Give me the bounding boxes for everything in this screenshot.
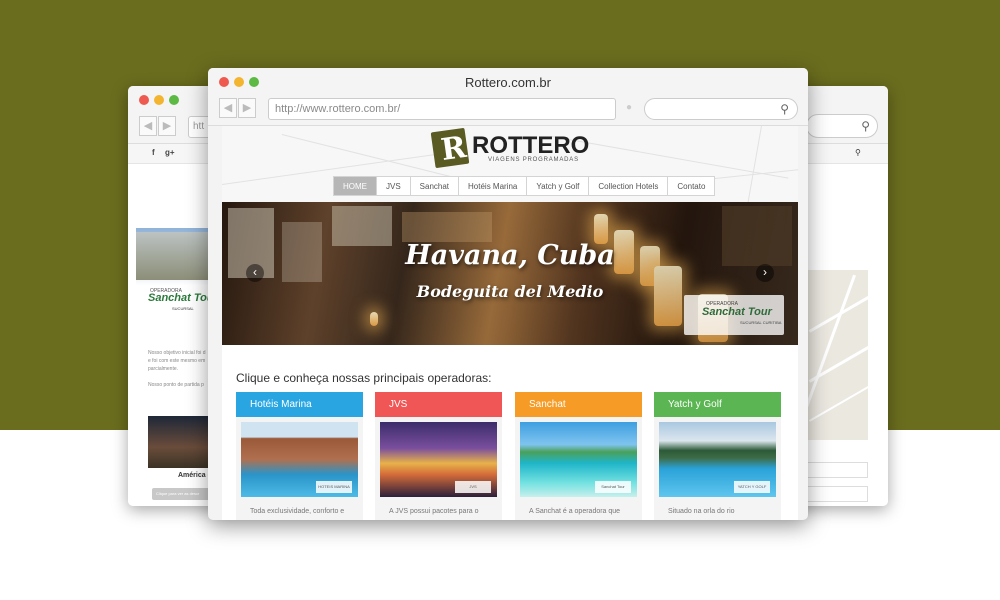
window-title: Rottero.com.br xyxy=(465,75,551,90)
back-minimize-dot[interactable] xyxy=(154,95,164,105)
logo-tagline: VIAGENS PROGRAMADAS xyxy=(488,157,579,163)
web-page: R ROTTERO VIAGENS PROGRAMADAS HOME JVS S… xyxy=(222,126,798,520)
card-image-logo: HOTEIS MARINA xyxy=(316,481,352,493)
back-search-bar[interactable]: ⚲ xyxy=(806,114,878,138)
main-menu: HOME JVS Sanchat Hotéis Marina Yatch y G… xyxy=(333,176,716,196)
slider-next-icon[interactable]: › xyxy=(756,264,774,282)
menu-item-sanchat[interactable]: Sanchat xyxy=(411,177,460,195)
card-description: A JVS possui pacotes para o xyxy=(389,508,479,515)
card-image[interactable]: YATCH Y GOLF xyxy=(659,422,776,497)
back-form-field[interactable] xyxy=(804,486,868,502)
url-bar[interactable]: http://www.rottero.com.br/ xyxy=(268,98,616,120)
card-description: A Sanchat é a operadora que xyxy=(529,508,621,515)
card-image-logo: Sanchat Tour xyxy=(595,481,631,493)
nav-forward-icon[interactable]: ▶ xyxy=(238,98,256,118)
card-image[interactable]: Sanchat Tour xyxy=(520,422,637,497)
back-text-line: Nosso objetivo inicial foi d xyxy=(148,350,206,356)
back-maximize-dot[interactable] xyxy=(169,95,179,105)
back-banner-branch: SUCURSAL xyxy=(172,306,194,311)
operator-card-jvs[interactable]: JVS JVS A JVS possui pacotes para o xyxy=(375,392,502,520)
menu-item-hoteis-marina[interactable]: Hotéis Marina xyxy=(459,177,528,195)
slider-prev-icon[interactable]: ‹ xyxy=(246,264,264,282)
menu-item-collection-hotels[interactable]: Collection Hotels xyxy=(589,177,669,195)
logo-letter: R xyxy=(438,129,469,169)
operator-card-yatch-y-golf[interactable]: Yatch y Golf YATCH Y GOLF Situado na orl… xyxy=(654,392,781,520)
card-description: Situado na orla do rio xyxy=(668,508,735,515)
hero-operator-badge: OPERADORA Sanchat Tour SUCURSAL CURITIBA xyxy=(684,295,784,335)
section-title: Clique e conheça nossas principais opera… xyxy=(236,371,492,385)
badge-name: Sanchat Tour xyxy=(702,306,772,318)
back-close-dot[interactable] xyxy=(139,95,149,105)
back-text-line: Nosso ponto de partida p xyxy=(148,382,204,388)
back-search-icon: ⚲ xyxy=(861,119,870,133)
menu-item-contato[interactable]: Contato xyxy=(668,177,714,195)
back-thumbnail[interactable] xyxy=(148,416,210,468)
search-bar[interactable]: ⚲ xyxy=(644,98,798,120)
front-titlebar: Rottero.com.br ◀ ▶ http://www.rottero.co… xyxy=(208,68,808,126)
back-read-more-button[interactable]: Clique para ver as descr xyxy=(152,488,212,500)
back-banner-building xyxy=(136,232,208,280)
back-map[interactable] xyxy=(804,270,868,440)
facebook-icon[interactable]: f xyxy=(152,148,155,157)
nav-back-icon[interactable]: ◀ xyxy=(219,98,237,118)
hero-title: Havana, Cuba xyxy=(405,240,615,271)
logo-name[interactable]: ROTTERO xyxy=(472,132,589,160)
card-header[interactable]: Yatch y Golf xyxy=(654,392,781,417)
logo-mark[interactable]: R xyxy=(430,127,470,169)
card-image[interactable]: JVS xyxy=(380,422,497,497)
back-caption: América d xyxy=(178,472,212,479)
back-text-line: e foi com este mesmo em xyxy=(148,358,206,364)
back-banner-brand: Sanchat Tour xyxy=(148,292,208,304)
card-header[interactable]: JVS xyxy=(375,392,502,417)
back-nav-forward-icon[interactable]: ▶ xyxy=(158,116,176,136)
back-form-field[interactable] xyxy=(804,462,868,478)
search-icon: ⚲ xyxy=(780,102,789,116)
back-text-line: parcialmente. xyxy=(148,366,179,372)
card-header[interactable]: Sanchat xyxy=(515,392,642,417)
menu-item-home[interactable]: HOME xyxy=(334,177,377,195)
menu-item-yatch-y-golf[interactable]: Yatch y Golf xyxy=(527,177,590,195)
card-description: Toda exclusividade, conforto e xyxy=(250,508,345,515)
front-browser-window: Rottero.com.br ◀ ▶ http://www.rottero.co… xyxy=(208,68,808,520)
hero-slider[interactable]: Havana, Cuba Bodeguita del Medio ‹ › OPE… xyxy=(222,202,798,345)
toolbar-separator-icon: ● xyxy=(626,102,633,113)
operator-card-hoteis-marina[interactable]: Hotéis Marina HOTEIS MARINA Toda exclusi… xyxy=(236,392,363,520)
card-image[interactable]: HOTEIS MARINA xyxy=(241,422,358,497)
card-image-logo: JVS xyxy=(455,481,491,493)
card-image-logo: YATCH Y GOLF xyxy=(734,481,770,493)
menu-item-jvs[interactable]: JVS xyxy=(377,177,411,195)
back-page-search-icon[interactable]: ⚲ xyxy=(855,148,861,157)
site-header: R ROTTERO VIAGENS PROGRAMADAS HOME JVS S… xyxy=(222,126,798,202)
card-header[interactable]: Hotéis Marina xyxy=(236,392,363,417)
google-plus-icon[interactable]: g+ xyxy=(165,148,175,157)
operator-card-sanchat[interactable]: Sanchat Sanchat Tour A Sanchat é a opera… xyxy=(515,392,642,520)
badge-branch: SUCURSAL CURITIBA xyxy=(740,320,782,325)
back-banner: OPERADORA Sanchat Tour SUCURSAL xyxy=(136,228,208,324)
back-nav-back-icon[interactable]: ◀ xyxy=(139,116,157,136)
decor-line xyxy=(745,126,762,202)
